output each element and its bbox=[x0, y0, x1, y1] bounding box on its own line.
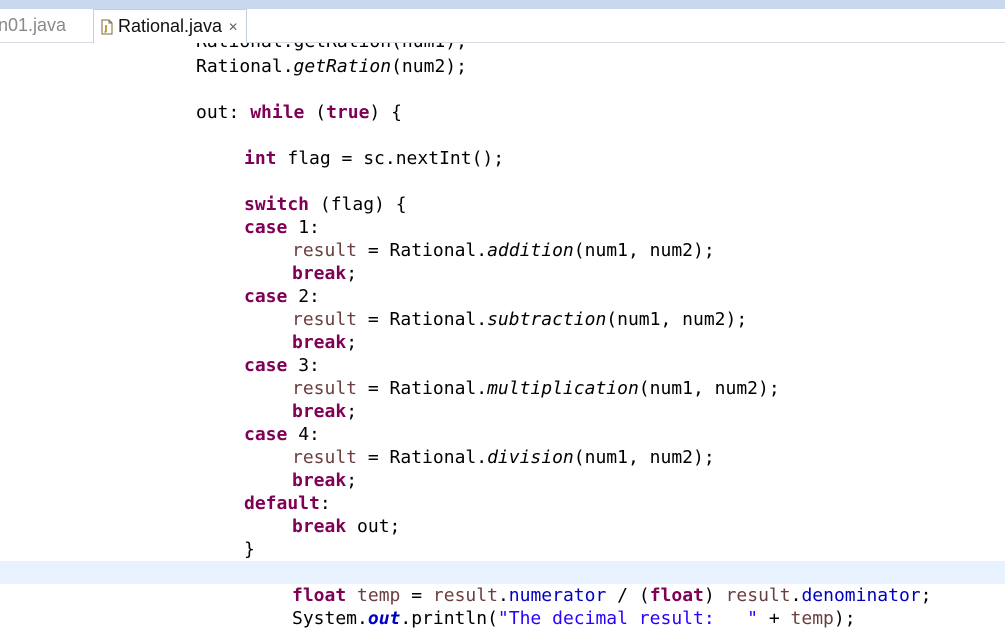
code-line: break; bbox=[292, 401, 358, 422]
current-line-highlight bbox=[0, 561, 1005, 584]
code-line: case 4: bbox=[244, 424, 320, 445]
tab-label: Rational.java bbox=[118, 16, 223, 36]
code-line: out: while (true) { bbox=[196, 102, 402, 123]
tab-previous-file[interactable]: n01.java bbox=[0, 9, 66, 42]
editor-tab-bar: n01.java Rational.java ✕ bbox=[0, 9, 1005, 43]
code-line: switch (flag) { bbox=[244, 194, 407, 215]
code-line: System.out.println("The decimal result: … bbox=[292, 608, 856, 629]
code-line: case 3: bbox=[244, 355, 320, 376]
window-top-border bbox=[0, 0, 1005, 9]
code-line: } bbox=[244, 539, 255, 560]
code-line: case 2: bbox=[244, 286, 320, 307]
code-line: result = Rational.addition(num1, num2); bbox=[292, 240, 715, 261]
code-line: float temp = result.numerator / (float) … bbox=[292, 585, 932, 606]
code-line: result = Rational.multiplication(num1, n… bbox=[292, 378, 780, 399]
code-line: case 1: bbox=[244, 217, 320, 238]
close-icon[interactable]: ✕ bbox=[228, 20, 238, 34]
code-line: break; bbox=[292, 332, 358, 353]
code-line: result = Rational.subtraction(num1, num2… bbox=[292, 309, 748, 330]
code-line: int flag = sc.nextInt(); bbox=[244, 148, 505, 169]
code-line: break; bbox=[292, 263, 358, 284]
code-line: default: bbox=[244, 493, 331, 514]
code-editor[interactable]: Rational.getRation(num1); Rational.getRa… bbox=[0, 43, 1005, 636]
code-line: break; bbox=[292, 470, 358, 491]
code-line: Rational.getRation(num1); bbox=[0, 43, 1005, 53]
tab-label: n01.java bbox=[0, 15, 67, 35]
java-file-icon bbox=[101, 19, 113, 34]
code-line: result = Rational.division(num1, num2); bbox=[292, 447, 715, 468]
code-line: break out; bbox=[292, 516, 401, 537]
tab-rational-java[interactable]: Rational.java ✕ bbox=[93, 9, 248, 43]
code-line: Rational.getRation(num2); bbox=[196, 56, 467, 77]
